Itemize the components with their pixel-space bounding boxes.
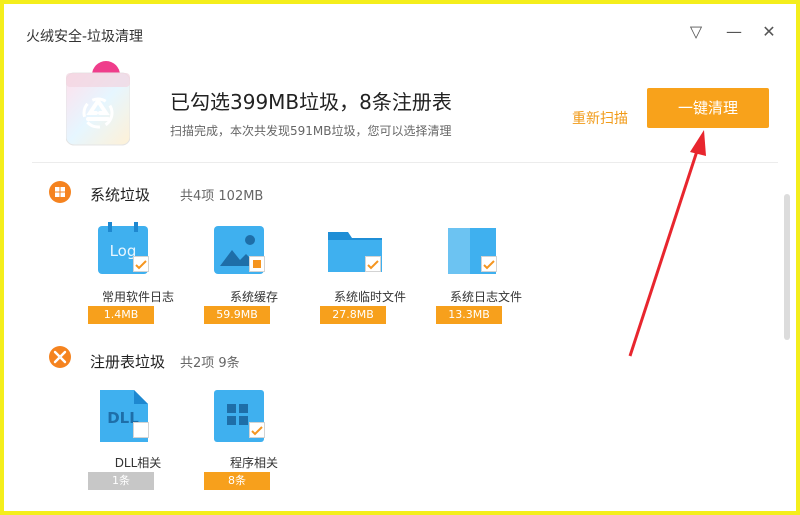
checkbox-checked[interactable] bbox=[481, 256, 497, 272]
checkbox-partial[interactable] bbox=[249, 256, 265, 272]
close-icon: ✕ bbox=[762, 22, 776, 41]
checkbox-unchecked[interactable] bbox=[133, 422, 149, 438]
minimize-icon: — bbox=[726, 22, 742, 41]
close-button[interactable]: ✕ bbox=[755, 18, 783, 46]
scrollbar[interactable] bbox=[784, 194, 790, 340]
checkbox-checked[interactable] bbox=[133, 256, 149, 272]
item-system-cache[interactable]: 系统缓存 59.9MB bbox=[204, 222, 304, 332]
item-size-badge: 13.3MB bbox=[436, 306, 502, 324]
window-title: 火绒安全-垃圾清理 bbox=[26, 29, 144, 45]
menu-button[interactable]: ▽ bbox=[682, 18, 710, 46]
item-name: 系统日志文件 bbox=[449, 290, 522, 304]
item-size-badge: 59.9MB bbox=[204, 306, 270, 324]
one-click-clean-button[interactable]: 一键清理 bbox=[647, 88, 769, 128]
registry-icon bbox=[49, 346, 71, 368]
trash-bin-icon bbox=[66, 61, 130, 146]
item-software-log[interactable]: Log 常用软件日志 1.4MB bbox=[88, 222, 188, 332]
section-title-registry: 注册表垃圾 bbox=[90, 353, 166, 371]
minimize-button[interactable]: — bbox=[720, 18, 748, 46]
item-dll[interactable]: DLL DLL相关 1条 bbox=[88, 388, 188, 498]
scan-summary: 扫描完成，本次共发现591MB垃圾，您可以选择清理 bbox=[170, 124, 452, 138]
section-summary-system: 共4项 102MB bbox=[180, 189, 264, 204]
triangle-down-icon: ▽ bbox=[689, 22, 703, 41]
checkbox-checked[interactable] bbox=[365, 256, 381, 272]
section-title-system: 系统垃圾 bbox=[90, 186, 151, 204]
scan-headline: 已勾选399MB垃圾，8条注册表 bbox=[170, 90, 452, 114]
item-system-log-file[interactable]: 系统日志文件 13.3MB bbox=[436, 222, 536, 332]
app-window: 火绒安全-垃圾清理 ▽ — ✕ 已勾选399MB垃圾，8条注册表 扫描完成，本次… bbox=[0, 0, 800, 515]
rescan-link[interactable]: 重新扫描 bbox=[572, 108, 628, 128]
checkbox-checked[interactable] bbox=[249, 422, 265, 438]
item-size-badge: 27.8MB bbox=[320, 306, 386, 324]
item-program[interactable]: 程序相关 8条 bbox=[204, 388, 304, 498]
item-size-badge: 1条 bbox=[88, 472, 154, 490]
item-system-temp[interactable]: 系统临时文件 27.8MB bbox=[320, 222, 420, 332]
section-summary-registry: 共2项 9条 bbox=[180, 356, 240, 371]
item-size-badge: 1.4MB bbox=[88, 306, 154, 324]
header-divider bbox=[32, 162, 778, 163]
windows-icon bbox=[49, 181, 71, 203]
item-name: 程序相关 bbox=[229, 456, 278, 470]
item-size-badge: 8条 bbox=[204, 472, 270, 490]
